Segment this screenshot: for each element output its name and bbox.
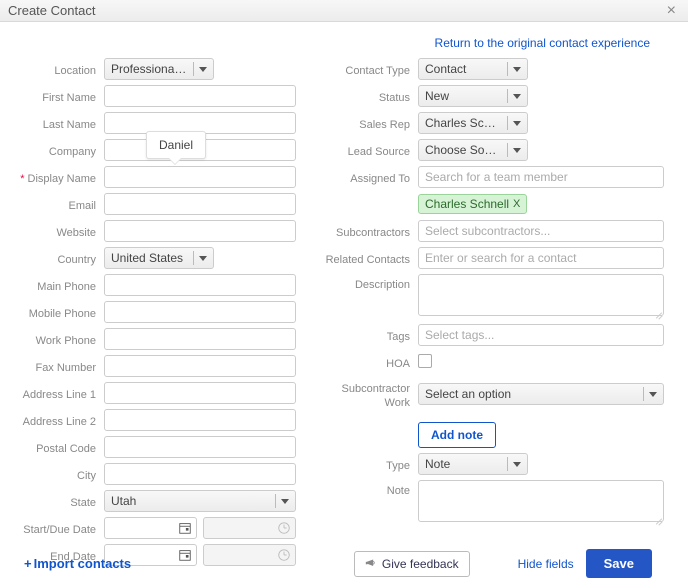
footer-bar: +Import contacts Give feedback Hide fiel… bbox=[0, 549, 688, 578]
label-website: Website bbox=[6, 222, 104, 240]
contact-type-select[interactable]: Contact bbox=[418, 58, 528, 80]
label-hoa: HOA bbox=[320, 353, 418, 371]
website-input[interactable] bbox=[104, 220, 296, 242]
modal-header: Create Contact × bbox=[0, 0, 688, 22]
plus-icon: + bbox=[24, 556, 32, 571]
email-input[interactable] bbox=[104, 193, 296, 215]
mobile-phone-input[interactable] bbox=[104, 301, 296, 323]
megaphone-icon bbox=[365, 557, 378, 570]
sales-rep-select[interactable]: Charles Schnell bbox=[418, 112, 528, 134]
address1-input[interactable] bbox=[104, 382, 296, 404]
start-time-input[interactable] bbox=[203, 517, 296, 539]
postal-input[interactable] bbox=[104, 436, 296, 458]
label-sales-rep: Sales Rep bbox=[320, 114, 418, 132]
display-name-input[interactable] bbox=[104, 166, 296, 188]
fax-input[interactable] bbox=[104, 355, 296, 377]
import-contacts-link[interactable]: +Import contacts bbox=[24, 556, 131, 571]
resize-handle-icon[interactable] bbox=[655, 310, 663, 318]
save-button[interactable]: Save bbox=[586, 549, 652, 578]
label-last-name: Last Name bbox=[6, 114, 104, 132]
label-type: Type bbox=[320, 455, 418, 473]
country-select[interactable]: United States bbox=[104, 247, 214, 269]
top-link-row: Return to the original contact experienc… bbox=[0, 22, 688, 58]
label-mobile-phone: Mobile Phone bbox=[6, 303, 104, 321]
label-company: Company bbox=[6, 141, 104, 159]
tags-input[interactable] bbox=[418, 324, 664, 346]
form-area: Location Professional Servic… First Name… bbox=[0, 58, 688, 571]
display-name-tooltip: Daniel bbox=[146, 131, 206, 159]
remove-chip-icon[interactable]: X bbox=[513, 198, 520, 210]
label-country: Country bbox=[6, 249, 104, 267]
label-first-name: First Name bbox=[6, 87, 104, 105]
hide-fields-link[interactable]: Hide fields bbox=[518, 557, 574, 571]
left-column: Location Professional Servic… First Name… bbox=[6, 58, 296, 571]
label-main-phone: Main Phone bbox=[6, 276, 104, 294]
chevron-down-icon bbox=[199, 67, 207, 72]
first-name-input[interactable] bbox=[104, 85, 296, 107]
chevron-down-icon bbox=[281, 499, 289, 504]
chevron-down-icon bbox=[649, 392, 657, 397]
state-select[interactable]: Utah bbox=[104, 490, 296, 512]
clock-icon bbox=[277, 521, 291, 535]
label-fax: Fax Number bbox=[6, 357, 104, 375]
lead-source-select[interactable]: Choose Source bbox=[418, 139, 528, 161]
label-state: State bbox=[6, 492, 104, 510]
chevron-down-icon bbox=[513, 94, 521, 99]
label-address1: Address Line 1 bbox=[6, 384, 104, 402]
subcontractors-input[interactable] bbox=[418, 220, 664, 242]
label-status: Status bbox=[320, 87, 418, 105]
assigned-to-input[interactable] bbox=[418, 166, 664, 188]
label-description: Description bbox=[320, 274, 418, 292]
modal-title: Create Contact bbox=[8, 3, 95, 18]
label-subcontractor-work: Subcontractor Work bbox=[320, 378, 418, 410]
label-work-phone: Work Phone bbox=[6, 330, 104, 348]
label-postal: Postal Code bbox=[6, 438, 104, 456]
label-lead-source: Lead Source bbox=[320, 141, 418, 159]
give-feedback-button[interactable]: Give feedback bbox=[354, 551, 470, 577]
chevron-down-icon bbox=[513, 121, 521, 126]
chevron-down-icon bbox=[199, 256, 207, 261]
label-related-contacts: Related Contacts bbox=[320, 249, 418, 267]
start-date-input[interactable] bbox=[104, 517, 197, 539]
label-city: City bbox=[6, 465, 104, 483]
label-tags: Tags bbox=[320, 326, 418, 344]
return-original-link[interactable]: Return to the original contact experienc… bbox=[435, 36, 650, 50]
label-address2: Address Line 2 bbox=[6, 411, 104, 429]
note-textarea[interactable] bbox=[418, 480, 664, 522]
hoa-checkbox[interactable] bbox=[418, 354, 432, 368]
add-note-button[interactable]: Add note bbox=[418, 422, 496, 448]
chevron-down-icon bbox=[513, 67, 521, 72]
label-start-due: Start/Due Date bbox=[6, 519, 104, 537]
description-textarea[interactable] bbox=[418, 274, 664, 316]
location-select[interactable]: Professional Servic… bbox=[104, 58, 214, 80]
label-contact-type: Contact Type bbox=[320, 60, 418, 78]
label-display-name: * Display Name bbox=[6, 168, 104, 186]
city-input[interactable] bbox=[104, 463, 296, 485]
label-subcontractors: Subcontractors bbox=[320, 222, 418, 240]
right-column: Contact Type Contact Status New Sales Re… bbox=[320, 58, 664, 571]
chevron-down-icon bbox=[513, 462, 521, 467]
label-email: Email bbox=[6, 195, 104, 213]
subcontractor-work-select[interactable]: Select an option bbox=[418, 383, 664, 405]
resize-handle-icon[interactable] bbox=[655, 516, 663, 524]
work-phone-input[interactable] bbox=[104, 328, 296, 350]
note-type-select[interactable]: Note bbox=[418, 453, 528, 475]
address2-input[interactable] bbox=[104, 409, 296, 431]
status-select[interactable]: New bbox=[418, 85, 528, 107]
calendar-icon bbox=[178, 521, 192, 535]
label-location: Location bbox=[6, 60, 104, 78]
chevron-down-icon bbox=[513, 148, 521, 153]
related-contacts-input[interactable] bbox=[418, 247, 664, 269]
main-phone-input[interactable] bbox=[104, 274, 296, 296]
assigned-to-chip[interactable]: Charles Schnell X bbox=[418, 194, 527, 214]
close-icon[interactable]: × bbox=[663, 2, 680, 20]
label-assigned-to: Assigned To bbox=[320, 168, 418, 186]
label-note: Note bbox=[320, 480, 418, 498]
